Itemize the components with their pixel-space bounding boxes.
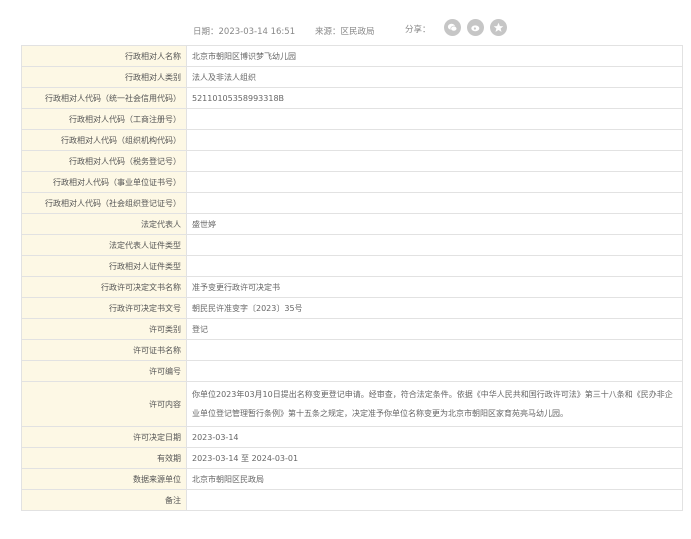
row-label: 行政相对人代码（统一社会信用代码）: [21, 87, 187, 109]
table-row: 许可决定日期 2023-03-14: [21, 426, 683, 448]
table-row: 行政许可决定书文号 朝民民许准变字〔2023〕35号: [21, 297, 683, 319]
publish-source: 来源：区民政局: [315, 27, 375, 37]
license-info-table: 行政相对人名称 北京市朝阳区博识梦飞幼儿园 行政相对人类别 法人及非法人组织 行…: [21, 45, 683, 511]
qzone-icon[interactable]: [490, 19, 507, 36]
row-value: 北京市朝阳区民政局: [186, 468, 683, 490]
row-label: 许可内容: [21, 381, 187, 427]
row-label: 行政许可决定文书名称: [21, 276, 187, 298]
table-row: 行政许可决定文书名称 准予变更行政许可决定书: [21, 276, 683, 298]
row-label: 有效期: [21, 447, 187, 469]
row-value: 2023-03-14 至 2024-03-01: [186, 447, 683, 469]
row-label: 行政相对人代码（税务登记号）: [21, 150, 187, 172]
row-label: 法定代表人: [21, 213, 187, 235]
row-value: [186, 339, 683, 361]
wechat-icon[interactable]: [444, 19, 461, 36]
row-label: 行政相对人代码（事业单位证书号）: [21, 171, 187, 193]
row-value: 朝民民许准变字〔2023〕35号: [186, 297, 683, 319]
row-label: 许可编号: [21, 360, 187, 382]
weibo-icon[interactable]: [467, 19, 484, 36]
row-label: 许可决定日期: [21, 426, 187, 448]
table-row: 行政相对人代码（税务登记号）: [21, 150, 683, 172]
row-label: 行政相对人代码（工商注册号）: [21, 108, 187, 130]
row-label: 行政相对人代码（社会组织登记证号）: [21, 192, 187, 214]
table-row: 行政相对人代码（统一社会信用代码） 52110105358993318B: [21, 87, 683, 109]
row-label: 行政相对人代码（组织机构代码）: [21, 129, 187, 151]
article-meta-bar: 日期：2023-03-14 16:51 来源：区民政局 分享：: [0, 18, 691, 42]
row-label: 行政许可决定书文号: [21, 297, 187, 319]
table-row: 行政相对人名称 北京市朝阳区博识梦飞幼儿园: [21, 45, 683, 67]
row-value: [186, 489, 683, 511]
row-value: 准予变更行政许可决定书: [186, 276, 683, 298]
row-value: 你单位2023年03月10日提出名称变更登记申请。经审查，符合法定条件。依据《中…: [186, 381, 683, 427]
table-row: 行政相对人代码（事业单位证书号）: [21, 171, 683, 193]
row-value: [186, 192, 683, 214]
row-value: 北京市朝阳区博识梦飞幼儿园: [186, 45, 683, 67]
row-label: 数据来源单位: [21, 468, 187, 490]
row-value: 盛世婷: [186, 213, 683, 235]
table-row: 行政相对人类别 法人及非法人组织: [21, 66, 683, 88]
row-value: [186, 150, 683, 172]
row-label: 行政相对人证件类型: [21, 255, 187, 277]
row-value: [186, 129, 683, 151]
share-label: 分享：: [405, 25, 431, 35]
row-value: 法人及非法人组织: [186, 66, 683, 88]
row-value: 52110105358993318B: [186, 87, 683, 109]
row-value: [186, 108, 683, 130]
table-row: 许可类别 登记: [21, 318, 683, 340]
row-label: 行政相对人类别: [21, 66, 187, 88]
row-value: 登记: [186, 318, 683, 340]
row-value: [186, 360, 683, 382]
table-row: 有效期 2023-03-14 至 2024-03-01: [21, 447, 683, 469]
publish-date: 日期：2023-03-14 16:51: [193, 27, 296, 37]
table-row: 许可证书名称: [21, 339, 683, 361]
row-label: 许可类别: [21, 318, 187, 340]
row-label: 备注: [21, 489, 187, 511]
table-row: 行政相对人代码（组织机构代码）: [21, 129, 683, 151]
table-row: 数据来源单位 北京市朝阳区民政局: [21, 468, 683, 490]
row-value: 2023-03-14: [186, 426, 683, 448]
table-row: 备注: [21, 489, 683, 511]
table-row: 许可编号: [21, 360, 683, 382]
table-row: 行政相对人代码（工商注册号）: [21, 108, 683, 130]
table-row: 许可内容 你单位2023年03月10日提出名称变更登记申请。经审查，符合法定条件…: [21, 381, 683, 427]
table-row: 行政相对人代码（社会组织登记证号）: [21, 192, 683, 214]
table-row: 法定代表人证件类型: [21, 234, 683, 256]
row-value: [186, 255, 683, 277]
row-label: 行政相对人名称: [21, 45, 187, 67]
table-row: 行政相对人证件类型: [21, 255, 683, 277]
row-label: 法定代表人证件类型: [21, 234, 187, 256]
table-row: 法定代表人 盛世婷: [21, 213, 683, 235]
row-label: 许可证书名称: [21, 339, 187, 361]
row-value: [186, 234, 683, 256]
row-value: [186, 171, 683, 193]
